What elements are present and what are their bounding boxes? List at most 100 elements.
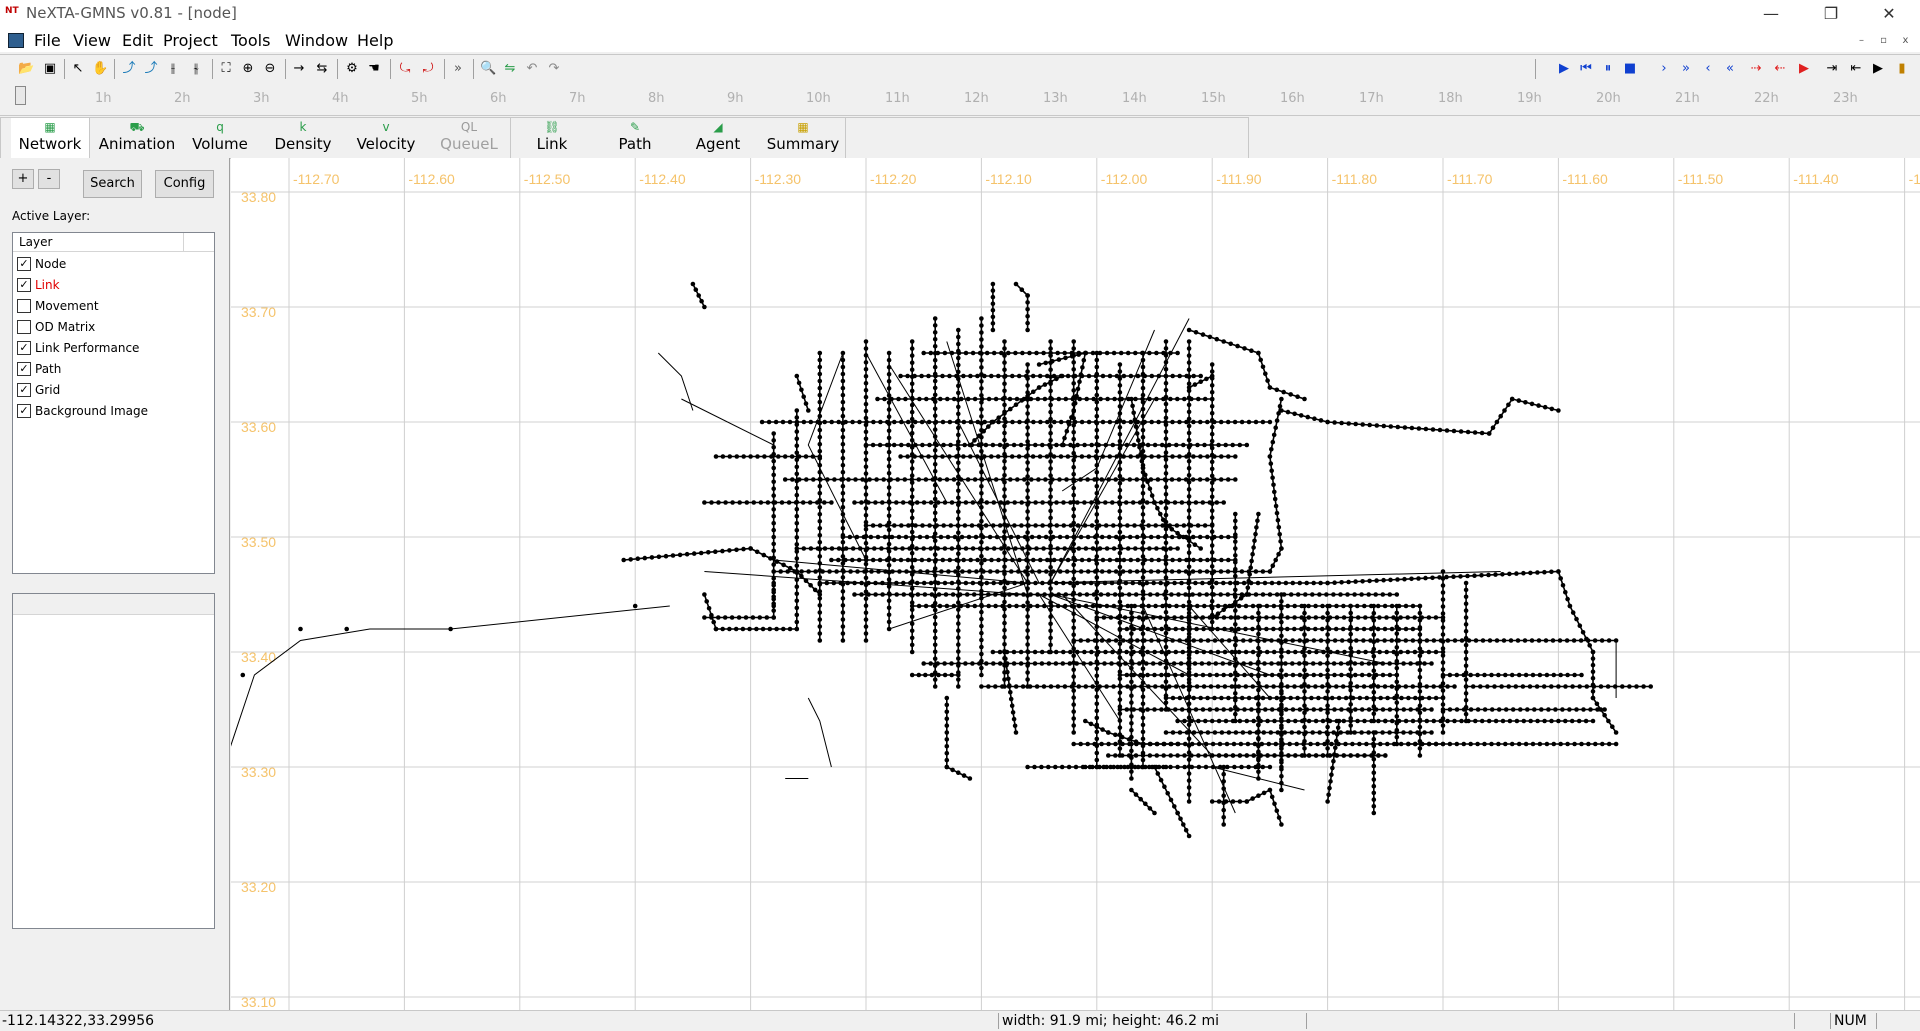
network-node[interactable]	[909, 628, 915, 634]
network-node[interactable]	[1117, 585, 1123, 591]
network-node[interactable]	[1207, 500, 1213, 505]
network-node[interactable]	[1236, 626, 1241, 632]
network-node[interactable]	[1145, 649, 1150, 655]
network-node[interactable]	[979, 684, 984, 689]
network-node[interactable]	[1045, 557, 1050, 563]
network-node[interactable]	[1364, 741, 1369, 747]
network-node[interactable]	[1094, 645, 1100, 650]
network-node[interactable]	[863, 624, 869, 629]
network-node[interactable]	[1402, 576, 1407, 582]
save-icon[interactable]: ▣	[42, 61, 58, 77]
network-node[interactable]	[1163, 419, 1168, 425]
network-node[interactable]	[1076, 546, 1082, 551]
network-node[interactable]	[829, 557, 834, 563]
network-node[interactable]	[1221, 672, 1226, 678]
network-node[interactable]	[1239, 764, 1244, 770]
network-node[interactable]	[923, 477, 929, 482]
network-node[interactable]	[859, 592, 864, 597]
network-node[interactable]	[1424, 718, 1430, 724]
network-node[interactable]	[958, 477, 964, 482]
network-node[interactable]	[1071, 618, 1076, 624]
network-node[interactable]	[1048, 635, 1053, 641]
play-black-icon[interactable]: ▶	[1870, 61, 1886, 77]
network-node[interactable]	[1361, 684, 1367, 689]
network-node[interactable]	[1054, 442, 1059, 448]
network-node[interactable]	[1215, 684, 1221, 689]
network-node[interactable]	[1437, 575, 1442, 580]
network-node[interactable]	[1310, 661, 1316, 666]
network-node[interactable]	[1371, 743, 1377, 749]
network-node[interactable]	[1118, 684, 1123, 689]
network-node[interactable]	[1011, 661, 1017, 666]
network-node[interactable]	[956, 341, 961, 347]
red-play-icon[interactable]: ▶	[1796, 61, 1812, 77]
network-node[interactable]	[1267, 419, 1273, 425]
network-node[interactable]	[991, 350, 997, 356]
network-node[interactable]	[877, 442, 883, 448]
network-node[interactable]	[1385, 741, 1390, 747]
network-node[interactable]	[1292, 615, 1297, 620]
network-node[interactable]	[1363, 615, 1368, 620]
network-node[interactable]	[873, 500, 878, 505]
network-node[interactable]	[1071, 695, 1076, 700]
network-node[interactable]	[1426, 615, 1432, 620]
network-node[interactable]	[1509, 396, 1515, 402]
network-node[interactable]	[1133, 592, 1139, 597]
network-node[interactable]	[817, 357, 823, 363]
network-node[interactable]	[1191, 454, 1196, 459]
network-node[interactable]	[817, 638, 823, 643]
network-node[interactable]	[1581, 707, 1586, 712]
network-node[interactable]	[954, 557, 959, 563]
network-node[interactable]	[909, 346, 915, 351]
network-node[interactable]	[1094, 575, 1100, 580]
network-node[interactable]	[1233, 695, 1238, 701]
network-node[interactable]	[993, 477, 999, 482]
network-node[interactable]	[1325, 746, 1330, 751]
network-node[interactable]	[1186, 543, 1192, 548]
network-node[interactable]	[794, 436, 800, 442]
network-node[interactable]	[1279, 599, 1284, 604]
network-node[interactable]	[1149, 493, 1155, 498]
network-node[interactable]	[1288, 695, 1293, 701]
network-node[interactable]	[956, 516, 961, 521]
tab-density[interactable]: k Density	[264, 118, 342, 158]
network-node[interactable]	[1002, 515, 1007, 520]
network-node[interactable]	[1161, 741, 1166, 747]
network-node[interactable]	[1221, 815, 1226, 820]
network-node[interactable]	[1054, 580, 1059, 586]
network-node[interactable]	[1177, 454, 1182, 459]
network-node[interactable]	[1275, 730, 1281, 735]
network-node[interactable]	[1459, 638, 1465, 643]
network-node[interactable]	[1150, 661, 1156, 666]
network-node[interactable]	[817, 406, 823, 412]
network-node[interactable]	[907, 500, 913, 505]
network-node[interactable]	[886, 456, 892, 462]
network-node[interactable]	[771, 594, 776, 600]
network-node[interactable]	[909, 565, 915, 570]
network-node[interactable]	[1301, 741, 1306, 747]
network-node[interactable]	[979, 365, 984, 370]
network-node[interactable]	[1186, 666, 1192, 672]
network-node[interactable]	[1359, 592, 1364, 597]
network-node[interactable]	[1350, 695, 1356, 701]
network-node[interactable]	[1212, 695, 1217, 701]
network-node[interactable]	[1113, 741, 1118, 747]
network-node[interactable]	[1459, 718, 1464, 724]
network-node[interactable]	[949, 546, 955, 551]
network-node[interactable]	[1129, 679, 1134, 685]
network-node[interactable]	[1135, 638, 1140, 643]
network-node[interactable]	[1098, 396, 1103, 402]
network-node[interactable]	[1117, 529, 1123, 535]
network-node[interactable]	[840, 406, 846, 412]
network-node[interactable]	[1333, 626, 1339, 632]
network-node[interactable]	[817, 580, 823, 586]
network-node[interactable]	[1071, 667, 1076, 672]
network-node[interactable]	[794, 563, 800, 568]
network-node[interactable]	[1009, 569, 1014, 574]
network-node[interactable]	[1154, 396, 1159, 402]
network-node[interactable]	[947, 373, 952, 379]
network-node[interactable]	[1175, 764, 1180, 770]
network-node[interactable]	[1440, 695, 1446, 701]
network-node[interactable]	[1071, 471, 1076, 477]
network-node[interactable]	[1550, 638, 1556, 643]
